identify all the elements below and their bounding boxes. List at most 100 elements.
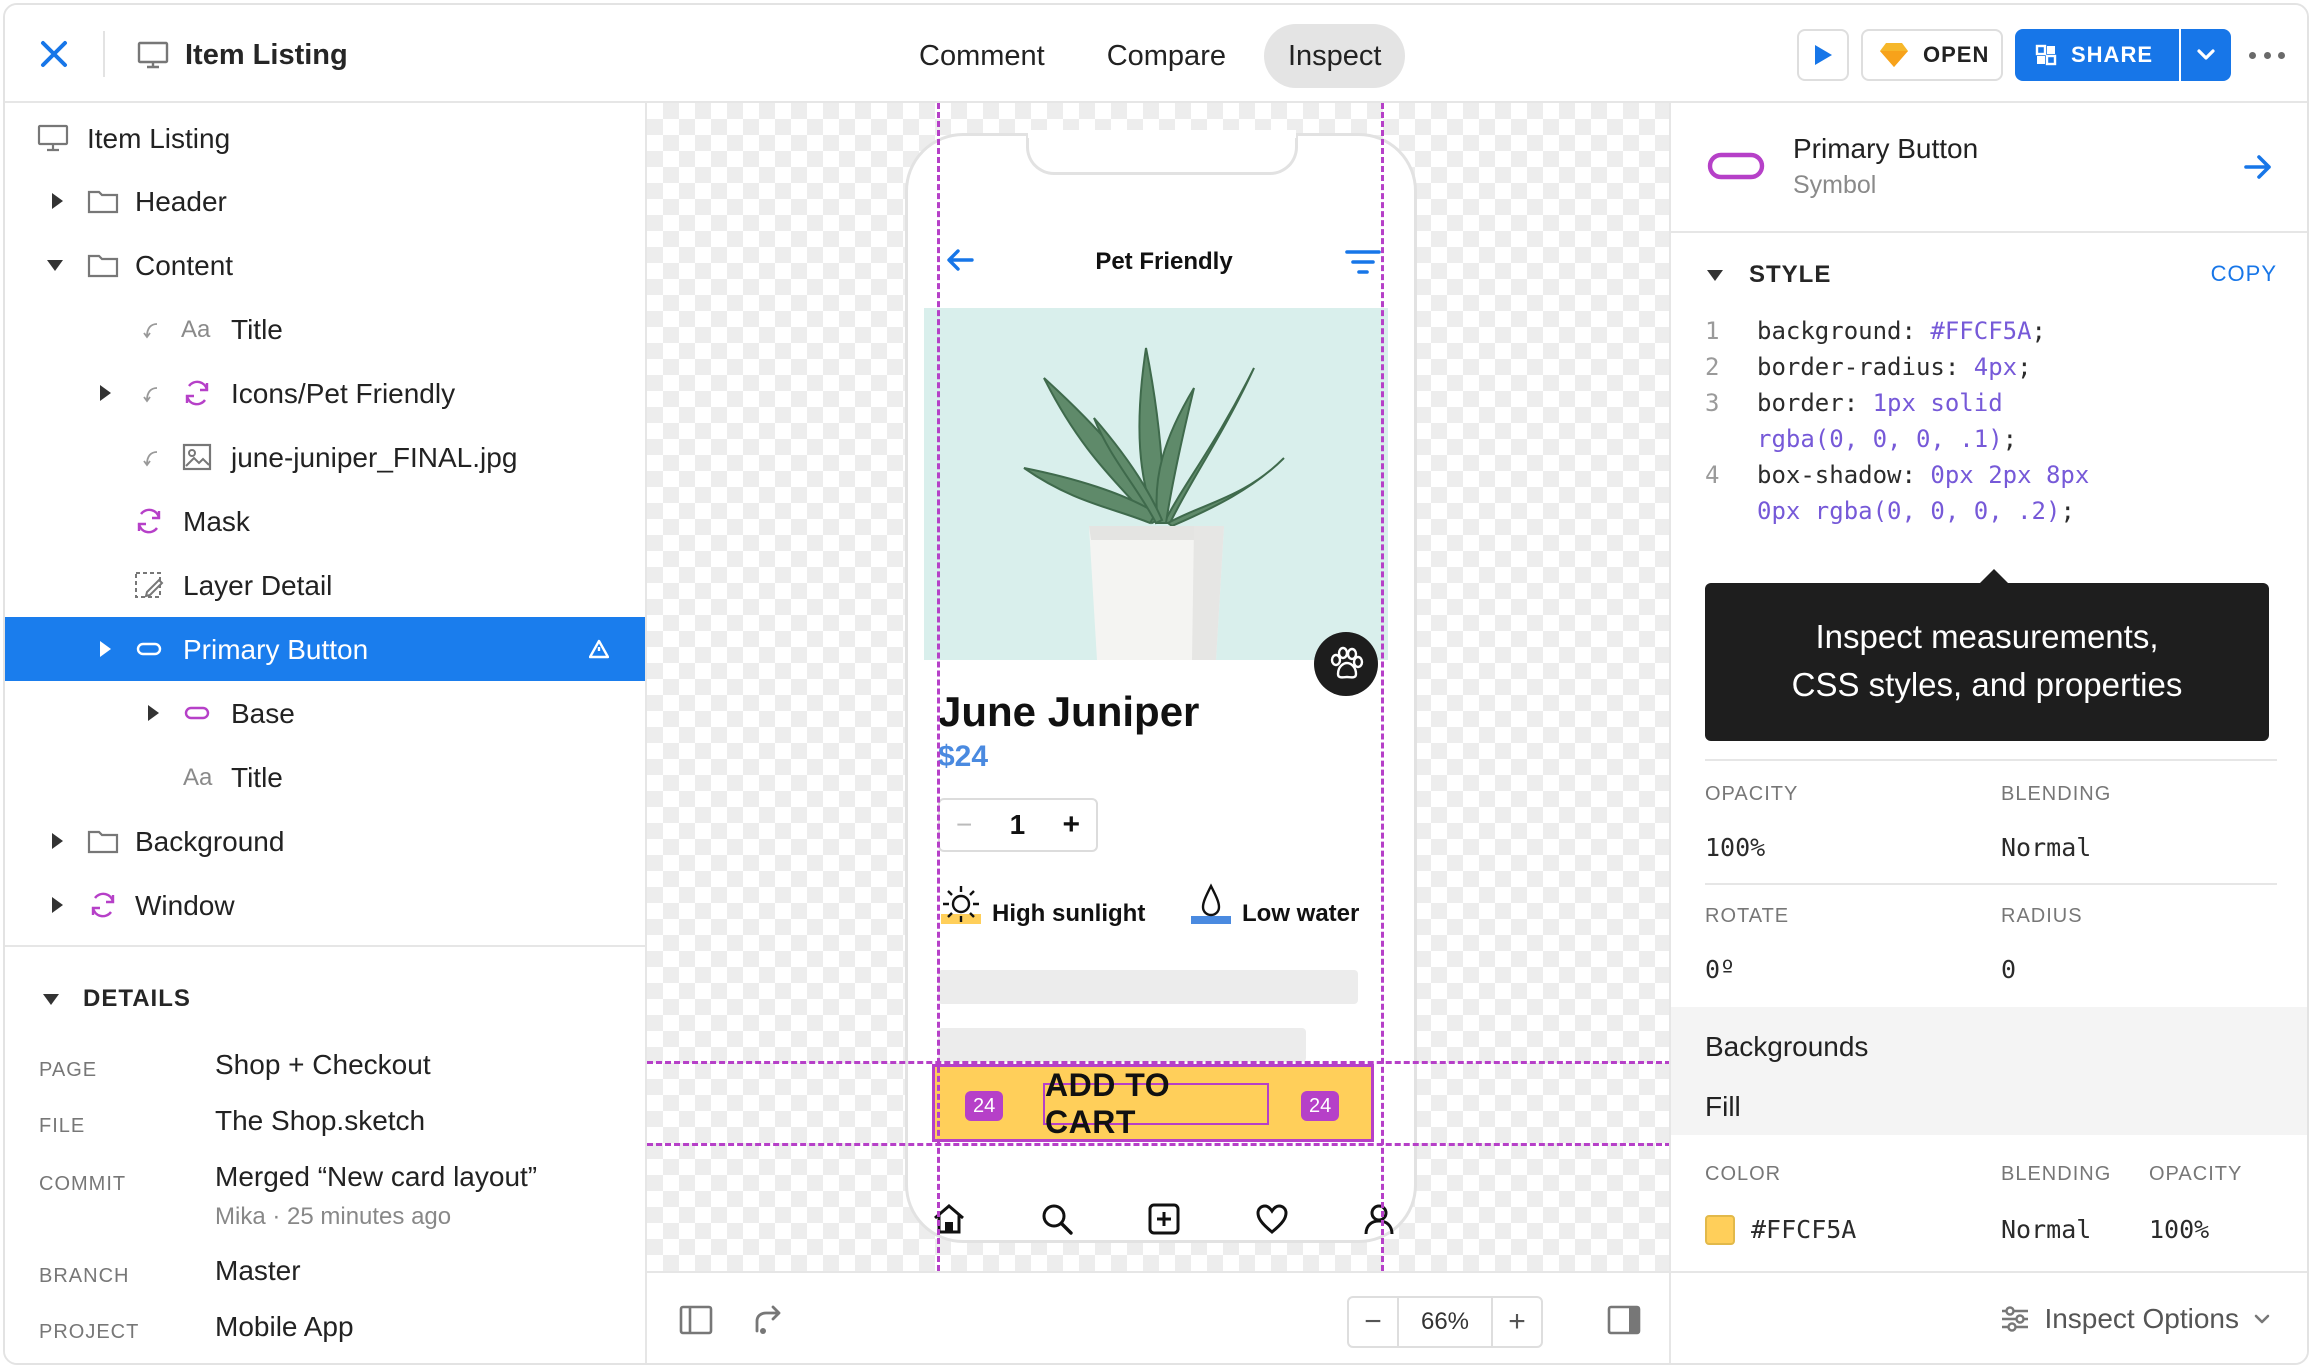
tab-comment[interactable]: Comment — [895, 24, 1069, 88]
toggle-right-sidebar-icon[interactable] — [1607, 1305, 1641, 1335]
quantity-stepper[interactable]: − 1 + — [938, 798, 1098, 852]
layer-image[interactable]: june-juniper_FINAL.jpg — [5, 425, 645, 489]
tooltip-line: Inspect measurements, — [1815, 618, 2159, 655]
caret-right-icon[interactable] — [49, 895, 65, 915]
zoom-level[interactable]: 66% — [1397, 1298, 1493, 1346]
caret-down-icon[interactable] — [45, 257, 65, 273]
sliders-icon — [2002, 1306, 2029, 1332]
layer-label: Primary Button — [183, 634, 369, 665]
add-to-cart-button[interactable]: 24 ADD TO CART 24 — [932, 1064, 1374, 1142]
color-swatch[interactable] — [1705, 1215, 1735, 1245]
toolbar-divider — [103, 31, 105, 77]
fill-blending-value[interactable]: Normal — [2001, 1215, 2091, 1244]
caret-right-icon[interactable] — [145, 703, 161, 723]
decrement-button[interactable]: − — [956, 809, 972, 841]
symbol-instance-icon — [137, 508, 161, 534]
details-toggle[interactable]: DETAILS — [41, 985, 191, 1013]
add-icon[interactable] — [1147, 1202, 1181, 1236]
inspect-options-button[interactable]: Inspect Options — [2000, 1303, 2271, 1335]
layer-title[interactable]: Aa Title — [5, 297, 645, 361]
detail-value[interactable]: Mobile App — [215, 1311, 354, 1343]
inspector-footer: Inspect Options — [1671, 1271, 2307, 1363]
layer-layer-detail[interactable]: Layer Detail — [5, 553, 645, 617]
style-section-toggle[interactable]: STYLE — [1705, 261, 1831, 289]
layer-primary-button[interactable]: Primary Button — [5, 617, 645, 681]
go-to-symbol-arrow-icon[interactable] — [2243, 153, 2273, 181]
radius-label: RADIUS — [2001, 905, 2083, 927]
layer-base[interactable]: Base — [5, 681, 645, 745]
open-in-sketch-button[interactable]: OPEN — [1861, 29, 2003, 81]
details-section: DETAILS PAGE Shop + Checkout FILE The Sh… — [5, 945, 645, 1363]
layer-icons-pet-friendly[interactable]: Icons/Pet Friendly — [5, 361, 645, 425]
backgrounds-title: Backgrounds — [1705, 1031, 1869, 1062]
preview-play-button[interactable] — [1797, 29, 1849, 81]
fill-blending-label: BLENDING — [2001, 1163, 2112, 1185]
zoom-in-button[interactable]: + — [1493, 1298, 1541, 1346]
caret-right-icon[interactable] — [97, 383, 113, 403]
fill-color-value[interactable]: #FFCF5A — [1751, 1215, 1856, 1244]
caret-right-icon[interactable] — [49, 831, 65, 851]
detail-value[interactable]: Master — [215, 1255, 301, 1287]
mask-arrow-icon — [143, 387, 158, 403]
caret-down-icon — [1707, 270, 1723, 281]
guide-line-horizontal — [647, 1143, 1671, 1146]
share-button[interactable]: SHARE — [2015, 29, 2179, 81]
opacity-value[interactable]: 100% — [1705, 833, 1765, 862]
redirect-link-icon[interactable] — [751, 1303, 785, 1337]
zoom-out-button[interactable]: − — [1349, 1298, 1397, 1346]
canvas[interactable]: Pet Friendly June Juniper $24 − 1 + High… — [647, 103, 1671, 1271]
care-sunlight-label: High sunlight — [992, 900, 1146, 927]
mode-tabs: Comment Compare Inspect — [895, 24, 1406, 88]
sketch-diamond-icon — [1880, 43, 1908, 67]
fill-opacity-value[interactable]: 100% — [2149, 1215, 2209, 1244]
tab-inspect[interactable]: Inspect — [1263, 24, 1406, 88]
toggle-left-sidebar-icon[interactable] — [679, 1305, 713, 1335]
filter-icon[interactable] — [1344, 248, 1382, 276]
details-heading: DETAILS — [83, 985, 191, 1012]
layer-label: Item Listing — [87, 123, 231, 154]
image-icon — [182, 443, 212, 471]
increment-button[interactable]: + — [1062, 808, 1080, 842]
layer-header[interactable]: Header — [5, 169, 645, 233]
layer-item-listing[interactable]: Item Listing — [5, 106, 645, 170]
warning-triangle-icon[interactable] — [589, 639, 609, 659]
layer-label: Background — [135, 826, 285, 857]
layer-content[interactable]: Content — [5, 233, 645, 297]
folder-icon — [87, 254, 119, 278]
more-options-icon[interactable] — [2249, 43, 2285, 67]
layer-background[interactable]: Background — [5, 809, 645, 873]
mask-arrow-icon — [143, 323, 158, 339]
artboard-icon — [37, 124, 69, 152]
share-options-button[interactable] — [2181, 29, 2231, 81]
copy-css-button[interactable]: COPY — [2211, 261, 2277, 287]
rotate-value[interactable]: 0º — [1705, 955, 1735, 984]
detail-key: PAGE — [39, 1059, 98, 1081]
radius-value[interactable]: 0 — [2001, 955, 2016, 984]
care-sunlight: High sunlight — [938, 882, 1145, 928]
symbol-header[interactable]: Primary Button Symbol — [1671, 103, 2307, 233]
top-toolbar: Item Listing Comment Compare Inspect OPE… — [5, 5, 2307, 103]
document-title: Item Listing — [185, 39, 348, 71]
symbol-link-icon — [136, 642, 162, 656]
fill-opacity-label: OPACITY — [2149, 1163, 2243, 1185]
detail-value[interactable]: Shop + Checkout — [215, 1049, 431, 1081]
layer-title-2[interactable]: Aa Title — [5, 745, 645, 809]
water-drop-icon — [1191, 883, 1231, 924]
layer-mask[interactable]: Mask — [5, 489, 645, 553]
heart-icon[interactable] — [1255, 1202, 1289, 1236]
caret-right-icon[interactable] — [97, 639, 113, 659]
detail-value[interactable]: Merged “New card layout” — [215, 1161, 537, 1193]
placeholder-line — [938, 1028, 1306, 1062]
detail-value[interactable]: The Shop.sketch — [215, 1105, 425, 1137]
search-icon[interactable] — [1040, 1202, 1074, 1236]
text-layer-icon: Aa — [181, 316, 211, 343]
close-icon[interactable] — [35, 35, 73, 73]
caret-down-icon — [43, 994, 59, 1005]
blending-value[interactable]: Normal — [2001, 833, 2091, 862]
tab-compare[interactable]: Compare — [1083, 24, 1250, 88]
artboard-phone[interactable]: Pet Friendly June Juniper $24 − 1 + High… — [905, 130, 1417, 1243]
caret-right-icon[interactable] — [49, 191, 65, 211]
profile-icon[interactable] — [1362, 1202, 1396, 1236]
layer-window[interactable]: Window — [5, 873, 645, 937]
detail-key: PROJECT — [39, 1321, 140, 1343]
